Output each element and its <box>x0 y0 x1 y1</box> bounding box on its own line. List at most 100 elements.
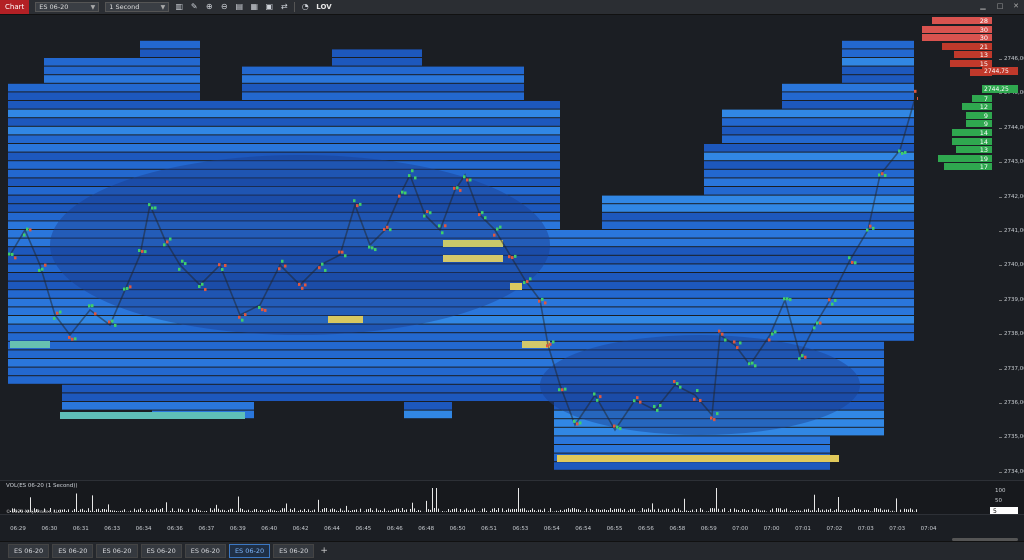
add-tab-icon[interactable]: + <box>320 546 328 556</box>
time-label: 06:46 <box>386 526 403 532</box>
zoom-in-icon[interactable]: ⊕ <box>204 2 214 12</box>
price-label: 2740,00 <box>1004 262 1024 269</box>
ask-price-tag: 2744,75 <box>982 67 1018 75</box>
share-icon[interactable]: ◔ <box>300 2 310 12</box>
time-label: 06:54 <box>543 526 560 532</box>
strategy-icon[interactable]: ▦ <box>249 2 259 12</box>
volume-tick: 50 <box>995 498 1002 504</box>
instrument-tab[interactable]: ES 06-20 <box>140 544 182 558</box>
time-label: 06:44 <box>324 526 340 532</box>
bid-price-tag: 2744,25 <box>982 85 1018 93</box>
time-label: 06:39 <box>229 526 246 532</box>
price-label: 2746,00 <box>1004 56 1024 62</box>
price-label: 2735,00 <box>1004 434 1024 441</box>
time-label: 07:04 <box>920 526 937 532</box>
instrument-tab-bar: ES 06-20 ES 06-20 ES 06-20 ES 06-20 ES 06-20… <box>0 541 1024 560</box>
price-tick <box>999 368 1002 370</box>
bid-size: 13 <box>979 146 988 155</box>
price-label: 2744,00 <box>1004 124 1024 131</box>
price-label: 2741,00 <box>1004 228 1024 234</box>
price-tick <box>999 471 1002 473</box>
time-label: 06:48 <box>418 526 435 532</box>
time-label: 06:29 <box>10 526 26 532</box>
instrument-selector[interactable]: ES 06-20 ▼ <box>35 2 100 12</box>
price-tick <box>999 334 1002 336</box>
ask-size: 30 <box>979 34 988 43</box>
properties-icon[interactable]: ▣ <box>264 2 274 12</box>
price-tick <box>999 403 1002 404</box>
price-label: 2739,00 <box>1004 296 1024 303</box>
volume-bars <box>10 488 917 512</box>
price-label: 2737,00 <box>1004 365 1024 372</box>
maximize-icon[interactable]: □ <box>995 1 1005 11</box>
arrange-icon[interactable]: ⇄ <box>279 2 289 12</box>
interval-label: 1 Second <box>109 3 140 11</box>
price-tick <box>999 231 1002 232</box>
minimize-icon[interactable]: ▁ <box>978 1 988 11</box>
toolbar-divider <box>294 2 296 12</box>
ask-size: 13 <box>979 51 988 60</box>
time-label: 06:58 <box>669 526 686 532</box>
chevron-down-icon: ▼ <box>90 3 96 11</box>
instrument-tab[interactable]: ES 06-20 <box>273 544 315 558</box>
time-label: 06:50 <box>449 526 466 532</box>
time-label: 07:02 <box>826 526 843 532</box>
bid-size: 7 <box>983 94 988 103</box>
time-label: 06:30 <box>41 526 58 532</box>
time-label: 06:53 <box>512 526 529 532</box>
time-label: 06:55 <box>606 526 623 532</box>
time-label: 06:56 <box>638 526 654 532</box>
order-flow-heatmap[interactable] <box>0 15 918 480</box>
draw-icon[interactable]: ✎ <box>189 2 199 12</box>
ask-size: 21 <box>979 42 988 51</box>
price-tick <box>999 59 1002 60</box>
chart-toolbar: Chart ES 06-20 ▼ 1 Second ▼ ▥ ✎ ⊕ ⊖ ▤ ▦ … <box>0 0 1024 15</box>
time-label: 07:00 <box>763 526 780 532</box>
ask-size: 30 <box>979 25 988 34</box>
time-label: 06:42 <box>292 526 309 532</box>
close-icon[interactable]: ✕ <box>1011 1 1021 11</box>
bid-size: 14 <box>979 137 988 146</box>
lov-label: LOV <box>316 3 332 11</box>
volume-tick: 100 <box>995 488 1006 494</box>
chevron-down-icon: ▼ <box>160 3 166 11</box>
time-axis: 06:29 06:30 06:31 06:33 06:34 06:36 06:37 06:39… <box>0 514 1024 541</box>
instrument-tab[interactable]: ES 06-20 <box>184 544 226 558</box>
price-tick <box>999 299 1002 301</box>
time-label: 06:59 <box>700 526 717 532</box>
time-label: 07:03 <box>857 526 874 532</box>
instrument-label: ES 06-20 <box>39 3 69 11</box>
ask-size: 28 <box>979 17 988 25</box>
bid-size: 9 <box>983 120 988 129</box>
price-label: 2743,00 <box>1004 159 1024 166</box>
instrument-tab[interactable]: ES 06-20 <box>228 544 271 558</box>
bid-depth-bar <box>966 111 992 119</box>
time-label: 06:40 <box>261 526 278 532</box>
time-label: 06:45 <box>355 526 372 532</box>
instrument-tab[interactable]: ES 06-20 <box>52 544 94 558</box>
price-label: 2734,00 <box>1004 468 1024 475</box>
price-tick <box>999 162 1002 164</box>
bars-icon[interactable]: ▥ <box>174 2 184 12</box>
interval-selector[interactable]: 1 Second ▼ <box>105 2 170 12</box>
chart-menu-button[interactable]: Chart <box>0 0 30 14</box>
time-label: 06:51 <box>481 526 497 532</box>
time-label: 06:31 <box>72 526 89 532</box>
time-label: 06:37 <box>198 526 215 532</box>
instrument-tab[interactable]: ES 06-20 <box>96 544 138 558</box>
price-tick <box>999 93 1002 95</box>
zoom-out-icon[interactable]: ⊖ <box>219 2 229 12</box>
data-box-icon[interactable]: ▤ <box>234 2 244 12</box>
time-label: 06:34 <box>135 526 152 532</box>
time-label: 07:01 <box>795 526 811 532</box>
volume-panel[interactable]: VOL(ES 06-20 (1 Second)) © 2020 NinjaTra… <box>0 480 1024 515</box>
bid-size: 9 <box>983 111 988 120</box>
time-label: 06:36 <box>167 526 183 532</box>
price-tick <box>999 196 1002 198</box>
time-label: 06:54 <box>575 526 592 532</box>
price-tick <box>999 265 1002 267</box>
price-label: 2742,00 <box>1004 193 1024 200</box>
instrument-tab[interactable]: ES 06-20 <box>8 544 50 558</box>
price-label: 2738,00 <box>1004 331 1024 338</box>
price-tick <box>999 127 1002 129</box>
